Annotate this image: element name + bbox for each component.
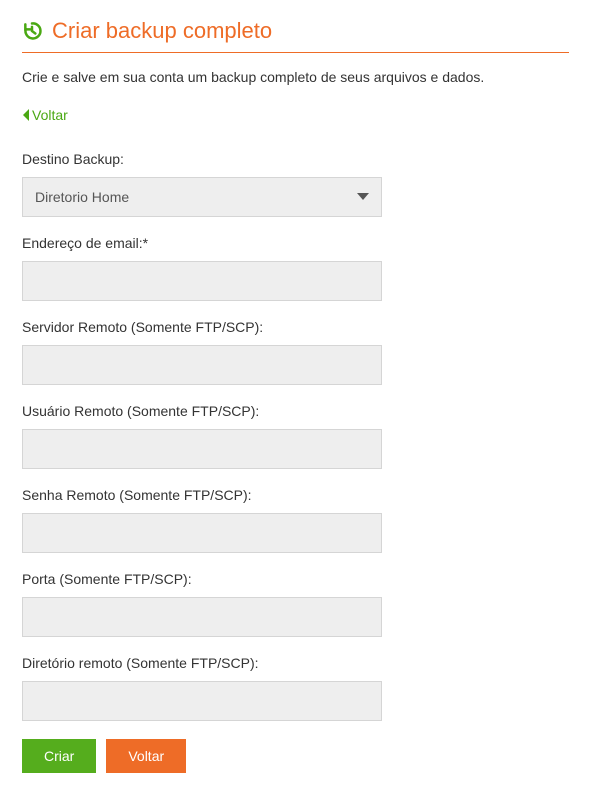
input-remote-dir[interactable] (22, 681, 382, 721)
label-remote-server: Servidor Remoto (Somente FTP/SCP): (22, 319, 569, 335)
label-destination: Destino Backup: (22, 151, 569, 167)
button-row: Criar Voltar (22, 739, 569, 773)
field-destination: Destino Backup: Diretorio Home (22, 151, 569, 217)
page-description: Crie e salve em sua conta um backup comp… (22, 69, 569, 85)
page-title: Criar backup completo (52, 18, 272, 44)
back-button[interactable]: Voltar (106, 739, 186, 773)
input-email[interactable] (22, 261, 382, 301)
chevron-left-icon (22, 109, 30, 121)
page-header: Criar backup completo (22, 18, 569, 53)
label-remote-password: Senha Remoto (Somente FTP/SCP): (22, 487, 569, 503)
field-remote-server: Servidor Remoto (Somente FTP/SCP): (22, 319, 569, 385)
create-button[interactable]: Criar (22, 739, 96, 773)
label-port: Porta (Somente FTP/SCP): (22, 571, 569, 587)
back-link-label: Voltar (32, 107, 68, 123)
label-remote-user: Usuário Remoto (Somente FTP/SCP): (22, 403, 569, 419)
field-port: Porta (Somente FTP/SCP): (22, 571, 569, 637)
select-wrap-destination: Diretorio Home (22, 177, 382, 217)
input-port[interactable] (22, 597, 382, 637)
input-remote-server[interactable] (22, 345, 382, 385)
field-email: Endereço de email:* (22, 235, 569, 301)
back-link[interactable]: Voltar (22, 107, 68, 123)
label-remote-dir: Diretório remoto (Somente FTP/SCP): (22, 655, 569, 671)
label-email: Endereço de email:* (22, 235, 569, 251)
field-remote-user: Usuário Remoto (Somente FTP/SCP): (22, 403, 569, 469)
field-remote-dir: Diretório remoto (Somente FTP/SCP): (22, 655, 569, 721)
input-remote-password[interactable] (22, 513, 382, 553)
history-icon (22, 21, 42, 41)
input-remote-user[interactable] (22, 429, 382, 469)
field-remote-password: Senha Remoto (Somente FTP/SCP): (22, 487, 569, 553)
select-destination[interactable]: Diretorio Home (22, 177, 382, 217)
